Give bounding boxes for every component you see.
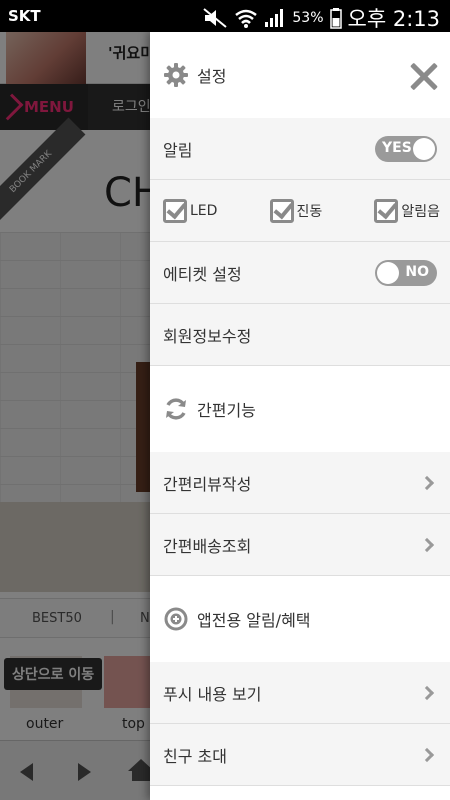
settings-title: 설정 [197,67,227,86]
clock: 오후 2:13 [347,7,440,31]
invite-friend-row[interactable]: 친구 초대 [150,724,450,786]
notification-row: 알림 YES [150,118,450,180]
battery-percent: 53% [292,10,324,26]
target-plus-icon [164,607,188,631]
mute-icon [203,8,228,28]
etiquette-toggle[interactable]: NO [375,260,437,286]
status-icons: 53% 오후 2:13 [202,3,440,33]
member-info-label: 회원정보수정 [163,326,252,346]
app-benefits-title: 앱전용 알림/혜택 [197,611,311,630]
checkbox-vibration[interactable]: 진동 [269,198,323,223]
invite-friend-label: 친구 초대 [163,746,227,766]
easy-features-title: 간편기능 [197,401,256,420]
signal-icon [265,9,284,27]
notification-options-row: LED 진동 알림음 [150,180,450,242]
settings-drawer: 설정 알림 YES LED 진동 알림음 에티켓 설정 NO 회원정보수정 간편… [150,32,450,800]
carrier-label: SKT [8,7,41,25]
checkbox-checked-icon [269,198,294,223]
easy-delivery-row[interactable]: 간편배송조회 [150,514,450,576]
chevron-right-icon [419,747,435,763]
battery-icon [329,8,342,29]
easy-review-row[interactable]: 간편리뷰작성 [150,452,450,514]
easy-review-label: 간편리뷰작성 [163,474,252,494]
checkbox-checked-icon [163,198,187,223]
etiquette-row: 에티켓 설정 NO [150,242,450,304]
push-content-label: 푸시 내용 보기 [163,684,262,704]
notification-toggle-label: YES [382,140,412,156]
push-content-row[interactable]: 푸시 내용 보기 [150,662,450,724]
status-bar: SKT 53% 오후 2:13 [0,0,450,32]
chevron-right-icon [419,685,435,701]
checkbox-led[interactable]: LED [163,198,218,223]
notification-toggle[interactable]: YES [375,136,437,162]
toggle-knob [377,262,399,284]
gear-icon [164,63,188,87]
easy-features-header: 간편기능 [150,366,450,452]
checkbox-sound-label: 알림음 [401,203,440,220]
chevron-right-icon [419,537,435,553]
checkbox-checked-icon [374,198,399,223]
checkbox-sound[interactable]: 알림음 [374,198,440,223]
etiquette-toggle-label: NO [405,264,429,280]
settings-header: 설정 [150,32,450,118]
refresh-icon [166,398,186,420]
checkbox-led-label: LED [190,202,218,219]
member-info-row[interactable]: 회원정보수정 [150,304,450,366]
etiquette-label: 에티켓 설정 [163,264,242,284]
easy-delivery-label: 간편배송조회 [163,536,252,556]
app-benefits-header: 앱전용 알림/혜택 [150,576,450,662]
notification-label: 알림 [163,140,193,160]
close-icon[interactable] [410,62,438,90]
checkbox-vibration-label: 진동 [296,203,323,220]
wifi-icon [235,9,258,28]
chevron-right-icon [419,475,435,491]
toggle-knob [413,138,435,160]
